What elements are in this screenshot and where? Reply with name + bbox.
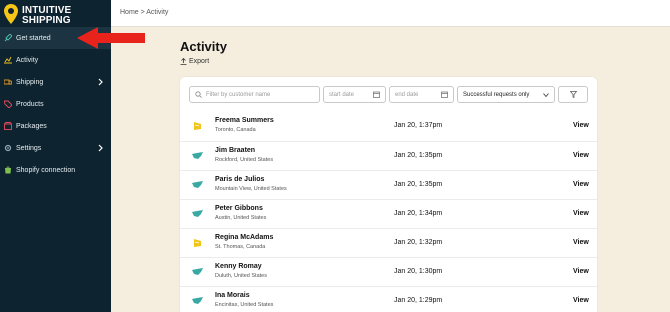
customer-location: Mountain View, United States bbox=[215, 186, 287, 192]
table-row: Ina Morais Encinitas, United States Jan … bbox=[180, 286, 597, 312]
customer-name: Kenny Romay bbox=[215, 263, 262, 270]
end-date-placeholder: end date bbox=[395, 91, 419, 98]
table-row: Jim Braaten Rockford, United States Jan … bbox=[180, 141, 597, 170]
sidebar-item-label: Products bbox=[16, 100, 44, 108]
view-link[interactable]: View bbox=[573, 239, 589, 246]
sidebar-item-activity[interactable]: Activity bbox=[0, 49, 111, 71]
customer-search-input[interactable]: Filter by customer name bbox=[189, 86, 320, 103]
sidebar-item-label: Get started bbox=[16, 34, 51, 42]
sidebar-item-label: Shopify connection bbox=[16, 166, 76, 174]
view-link[interactable]: View bbox=[573, 297, 589, 304]
usps-eagle-icon bbox=[192, 152, 203, 159]
page-title: Activity bbox=[180, 39, 227, 54]
sidebar-item-label: Activity bbox=[16, 56, 39, 64]
annotation-arrow-icon bbox=[77, 27, 145, 49]
brand-line2: SHIPPING bbox=[22, 14, 71, 26]
request-date: Jan 20, 1:30pm bbox=[394, 268, 443, 275]
request-date: Jan 20, 1:29pm bbox=[394, 297, 443, 304]
customer-name: Paris de Julios bbox=[215, 176, 265, 183]
sidebar-item-label: Shipping bbox=[16, 78, 44, 86]
request-status-select[interactable]: Successful requests only bbox=[457, 86, 555, 103]
top-bar: Home > Activity bbox=[111, 0, 670, 27]
customer-location: Rockford, United States bbox=[215, 157, 274, 163]
tag-icon bbox=[4, 100, 12, 108]
usps-eagle-icon bbox=[192, 297, 203, 304]
chevron-right-icon bbox=[98, 144, 103, 152]
table-row: Kenny Romay Duluth, United States Jan 20… bbox=[180, 257, 597, 286]
export-button[interactable]: Export bbox=[180, 58, 209, 65]
customer-name: Ina Morais bbox=[215, 292, 250, 299]
request-date: Jan 20, 1:34pm bbox=[394, 210, 443, 217]
chevron-down-icon bbox=[543, 93, 549, 98]
canada-post-icon bbox=[194, 239, 201, 247]
sidebar-item-settings[interactable]: Settings bbox=[0, 137, 111, 159]
request-date: Jan 20, 1:35pm bbox=[394, 181, 443, 188]
activity-list: Freema Summers Toronto, Canada Jan 20, 1… bbox=[180, 112, 597, 312]
shopify-icon bbox=[5, 166, 11, 174]
sidebar-item-shipping[interactable]: Shipping bbox=[0, 71, 111, 93]
request-date: Jan 20, 1:35pm bbox=[394, 152, 443, 159]
customer-name: Peter Gibbons bbox=[215, 205, 263, 212]
request-date: Jan 20, 1:37pm bbox=[394, 122, 443, 129]
customer-name: Jim Braaten bbox=[215, 147, 256, 154]
customer-name: Freema Summers bbox=[215, 117, 274, 124]
usps-eagle-icon bbox=[192, 210, 203, 217]
export-label: Export bbox=[189, 58, 210, 65]
calendar-icon bbox=[373, 91, 380, 98]
view-link[interactable]: View bbox=[573, 181, 589, 188]
view-link[interactable]: View bbox=[573, 210, 589, 217]
customer-location: Austin, United States bbox=[215, 215, 267, 221]
breadcrumb[interactable]: Home > Activity bbox=[120, 9, 168, 16]
table-row: Regina McAdams St. Thomas, Canada Jan 20… bbox=[180, 228, 597, 257]
customer-location: Duluth, United States bbox=[215, 273, 267, 279]
view-link[interactable]: View bbox=[573, 152, 589, 159]
truck-icon bbox=[4, 79, 12, 85]
sidebar-item-label: Settings bbox=[16, 144, 42, 152]
sidebar-nav: Get started Activity Shipping Products P… bbox=[0, 27, 111, 181]
sidebar-item-label: Packages bbox=[16, 122, 47, 130]
status-selected: Successful requests only bbox=[463, 91, 530, 98]
request-date: Jan 20, 1:32pm bbox=[394, 239, 443, 246]
customer-location: Toronto, Canada bbox=[215, 127, 256, 133]
search-icon bbox=[195, 91, 202, 98]
chevron-right-icon bbox=[98, 78, 103, 86]
sidebar-item-shopify-connection[interactable]: Shopify connection bbox=[0, 159, 111, 181]
end-date-input[interactable]: end date bbox=[389, 86, 454, 103]
sidebar-item-packages[interactable]: Packages bbox=[0, 115, 111, 137]
funnel-icon bbox=[569, 91, 577, 98]
view-link[interactable]: View bbox=[573, 122, 589, 129]
box-icon bbox=[4, 122, 12, 130]
customer-location: Encinitas, United States bbox=[215, 302, 274, 308]
table-row: Freema Summers Toronto, Canada Jan 20, 1… bbox=[180, 112, 597, 141]
usps-eagle-icon bbox=[192, 268, 203, 275]
view-link[interactable]: View bbox=[573, 268, 589, 275]
calendar-icon bbox=[441, 91, 448, 98]
customer-location: St. Thomas, Canada bbox=[215, 244, 266, 250]
filter-button[interactable] bbox=[558, 86, 588, 103]
customer-name: Regina McAdams bbox=[215, 234, 274, 241]
rocket-icon bbox=[4, 34, 12, 42]
search-placeholder: Filter by customer name bbox=[206, 91, 271, 98]
gear-icon bbox=[4, 144, 12, 152]
sidebar-item-products[interactable]: Products bbox=[0, 93, 111, 115]
table-row: Peter Gibbons Austin, United States Jan … bbox=[180, 199, 597, 228]
activity-chart-icon bbox=[4, 56, 12, 64]
start-date-input[interactable]: start date bbox=[323, 86, 386, 103]
location-pin-icon bbox=[4, 4, 18, 24]
activity-card: Filter by customer name start date end d… bbox=[180, 77, 597, 312]
canada-post-icon bbox=[194, 122, 201, 130]
table-row: Paris de Julios Mountain View, United St… bbox=[180, 170, 597, 199]
upload-icon bbox=[180, 58, 187, 65]
usps-eagle-icon bbox=[192, 181, 203, 188]
start-date-placeholder: start date bbox=[329, 91, 355, 98]
brand-logo[interactable]: INTUITIVE SHIPPING bbox=[4, 4, 71, 25]
